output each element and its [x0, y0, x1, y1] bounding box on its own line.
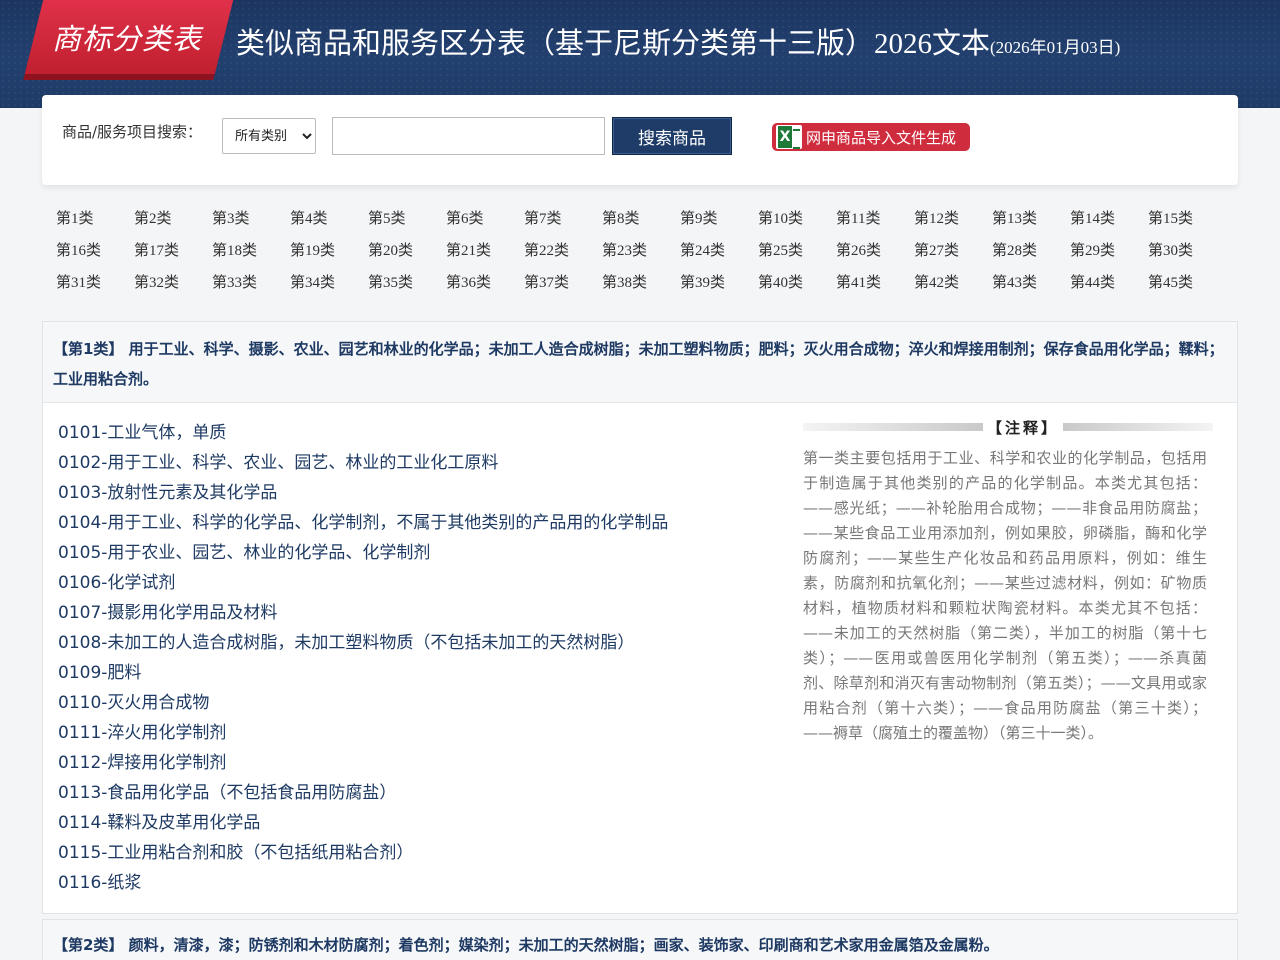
class-link-22[interactable]: 第22类 [524, 240, 602, 262]
class-1-heading[interactable]: 【第1类】 用于工业、科学、摄影、农业、园艺和林业的化学品；未加工人造合成树脂；… [43, 322, 1237, 403]
site-logo[interactable]: 商标分类表 [52, 16, 222, 60]
class-link-8[interactable]: 第8类 [602, 208, 680, 230]
class-link-44[interactable]: 第44类 [1070, 272, 1148, 294]
class-link-33[interactable]: 第33类 [212, 272, 290, 294]
class-link-3[interactable]: 第3类 [212, 208, 290, 230]
group-item[interactable]: 0109-肥料 [58, 658, 758, 688]
class-link-39[interactable]: 第39类 [680, 272, 758, 294]
group-item[interactable]: 0115-工业用粘合剂和胶（不包括纸用粘合剂） [58, 838, 758, 868]
class-link-30[interactable]: 第30类 [1148, 240, 1226, 262]
note-divider-right [1063, 423, 1213, 431]
class-link-14[interactable]: 第14类 [1070, 208, 1148, 230]
class-link-37[interactable]: 第37类 [524, 272, 602, 294]
class-link-20[interactable]: 第20类 [368, 240, 446, 262]
class-1-panel: 【第1类】 用于工业、科学、摄影、农业、园艺和林业的化学品；未加工人造合成树脂；… [42, 321, 1238, 914]
class-link-29[interactable]: 第29类 [1070, 240, 1148, 262]
class-link-2[interactable]: 第2类 [134, 208, 212, 230]
note-header: 【注释】 [803, 416, 1213, 438]
class-link-35[interactable]: 第35类 [368, 272, 446, 294]
class-link-38[interactable]: 第38类 [602, 272, 680, 294]
class-link-25[interactable]: 第25类 [758, 240, 836, 262]
page-title-text: 类似商品和服务区分表（基于尼斯分类第十三版）2026文本 [236, 28, 991, 60]
class-nav: 第1类 第2类 第3类 第4类 第5类 第6类 第7类 第8类 第9类 第10类 第11类 第12类第… [56, 208, 1226, 294]
class-2-heading[interactable]: 【第2类】 颜料，清漆，漆；防锈剂和木材防腐剂；着色剂；媒染剂；未加工的天然树脂… [43, 920, 1237, 958]
search-button[interactable]: 搜索商品 [612, 117, 732, 155]
excel-icon [776, 125, 802, 149]
class-link-16[interactable]: 第16类 [56, 240, 134, 262]
import-file-button[interactable]: 网申商品导入文件生成 [772, 123, 970, 151]
class-link-23[interactable]: 第23类 [602, 240, 680, 262]
note-title: 【注释】 [986, 418, 1059, 437]
group-item[interactable]: 0107-摄影用化学用品及材料 [58, 598, 758, 628]
group-item[interactable]: 0112-焊接用化学制剂 [58, 748, 758, 778]
class-link-45[interactable]: 第45类 [1148, 272, 1226, 294]
class-link-26[interactable]: 第26类 [836, 240, 914, 262]
class-link-13[interactable]: 第13类 [992, 208, 1070, 230]
category-select[interactable]: 所有类别 [222, 118, 316, 154]
class-link-4[interactable]: 第4类 [290, 208, 368, 230]
import-file-label: 网申商品导入文件生成 [806, 128, 957, 147]
group-item[interactable]: 0108-未加工的人造合成树脂，未加工塑料物质（不包括未加工的天然树脂） [58, 628, 758, 658]
page-title-date: (2026年01月03日) [990, 38, 1121, 57]
note-divider-left [803, 423, 983, 431]
class-link-43[interactable]: 第43类 [992, 272, 1070, 294]
header-banner: 商标分类表 类似商品和服务区分表（基于尼斯分类第十三版）2026文本(2026年… [0, 0, 1280, 108]
group-item[interactable]: 0114-鞣料及皮革用化学品 [58, 808, 758, 838]
class-link-5[interactable]: 第5类 [368, 208, 446, 230]
class-link-27[interactable]: 第27类 [914, 240, 992, 262]
class-2-panel: 【第2类】 颜料，清漆，漆；防锈剂和木材防腐剂；着色剂；媒染剂；未加工的天然树脂… [42, 919, 1238, 960]
class-link-11[interactable]: 第11类 [836, 208, 914, 230]
search-label: 商品/服务项目搜索： [62, 123, 203, 141]
search-input[interactable] [332, 117, 605, 155]
note-text: 第一类主要包括用于工业、科学和农业的化学制品，包括用于制造属于其他类别的产品的化… [803, 449, 1207, 742]
class-link-41[interactable]: 第41类 [836, 272, 914, 294]
class-link-36[interactable]: 第36类 [446, 272, 524, 294]
class-link-12[interactable]: 第12类 [914, 208, 992, 230]
class-link-9[interactable]: 第9类 [680, 208, 758, 230]
group-item[interactable]: 0106-化学试剂 [58, 568, 758, 598]
class-link-40[interactable]: 第40类 [758, 272, 836, 294]
class-link-6[interactable]: 第6类 [446, 208, 524, 230]
class-link-17[interactable]: 第17类 [134, 240, 212, 262]
page-title: 类似商品和服务区分表（基于尼斯分类第十三版）2026文本(2026年01月03日… [236, 20, 1120, 60]
class-link-34[interactable]: 第34类 [290, 272, 368, 294]
group-item[interactable]: 0103-放射性元素及其化学品 [58, 478, 758, 508]
class-link-24[interactable]: 第24类 [680, 240, 758, 262]
search-card: 商品/服务项目搜索： 所有类别 搜索商品 网申商品导入文件生成 [42, 95, 1238, 185]
group-item[interactable]: 0116-纸浆 [58, 868, 758, 898]
class-link-32[interactable]: 第32类 [134, 272, 212, 294]
group-item[interactable]: 0111-淬火用化学制剂 [58, 718, 758, 748]
class-link-21[interactable]: 第21类 [446, 240, 524, 262]
class-link-19[interactable]: 第19类 [290, 240, 368, 262]
class-link-7[interactable]: 第7类 [524, 208, 602, 230]
class-link-18[interactable]: 第18类 [212, 240, 290, 262]
class-link-31[interactable]: 第31类 [56, 272, 134, 294]
group-item[interactable]: 0110-灭火用合成物 [58, 688, 758, 718]
group-item[interactable]: 0101-工业气体，单质 [58, 418, 758, 448]
class-link-10[interactable]: 第10类 [758, 208, 836, 230]
class-link-15[interactable]: 第15类 [1148, 208, 1226, 230]
group-item[interactable]: 0104-用于工业、科学的化学品、化学制剂，不属于其他类别的产品用的化学制品 [58, 508, 758, 538]
group-item[interactable]: 0113-食品用化学品（不包括食品用防腐盐） [58, 778, 758, 808]
group-item[interactable]: 0105-用于农业、园艺、林业的化学品、化学制剂 [58, 538, 758, 568]
class-link-42[interactable]: 第42类 [914, 272, 992, 294]
class-link-28[interactable]: 第28类 [992, 240, 1070, 262]
group-item[interactable]: 0102-用于工业、科学、农业、园艺、林业的工业化工原料 [58, 448, 758, 478]
group-list: 0101-工业气体，单质 0102-用于工业、科学、农业、园艺、林业的工业化工原料… [58, 418, 758, 898]
class-link-1[interactable]: 第1类 [56, 208, 134, 230]
